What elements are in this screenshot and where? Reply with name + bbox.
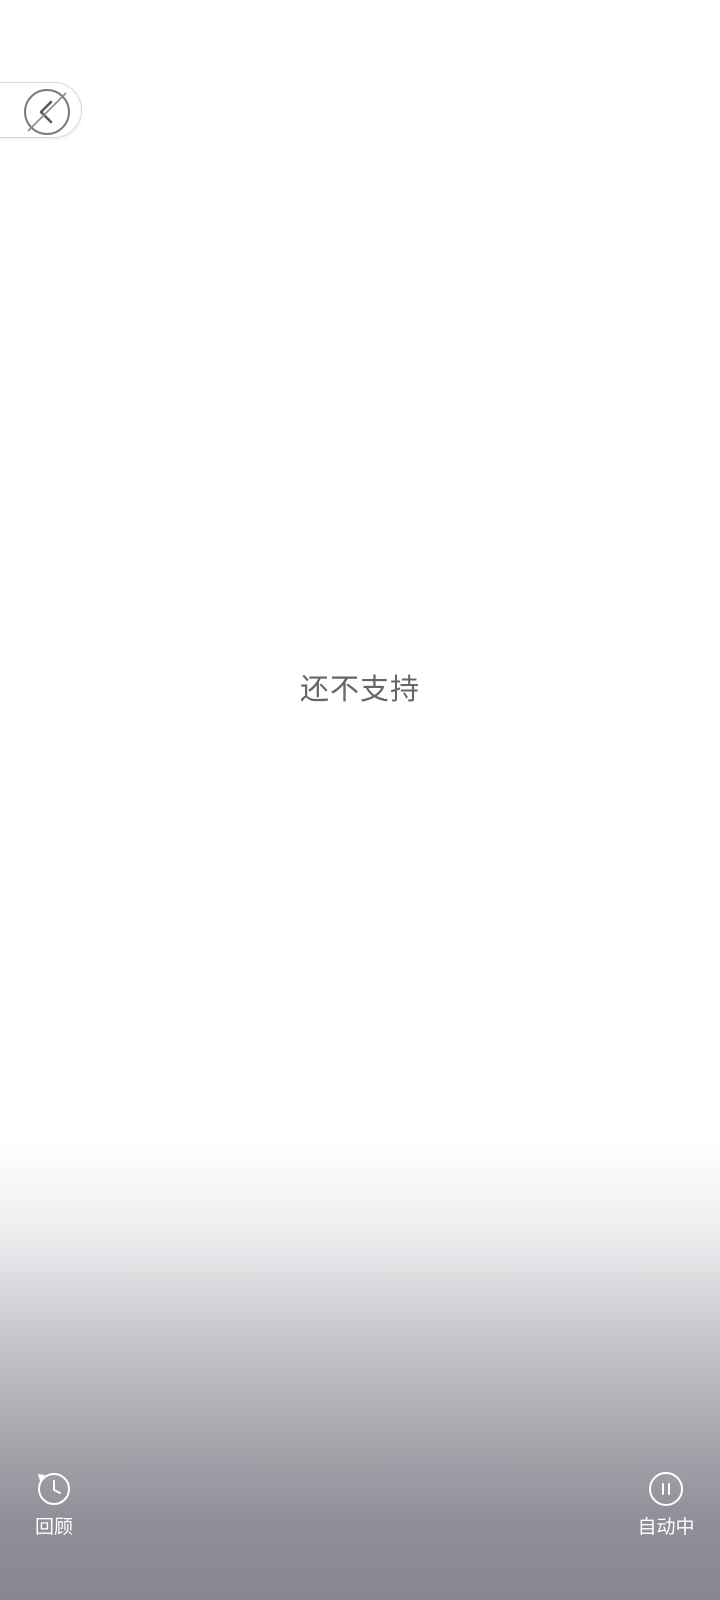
- back-button[interactable]: [0, 82, 82, 138]
- back-chevron-icon: [24, 89, 70, 135]
- unsupported-message: 还不支持: [299, 672, 420, 706]
- reader-screen: 还不支持 回顾 自动中: [0, 0, 720, 1600]
- auto-mode-button[interactable]: 自动中: [621, 1470, 711, 1560]
- review-button[interactable]: 回顾: [9, 1470, 99, 1560]
- history-clock-icon: [38, 1473, 70, 1505]
- auto-mode-label: 自动中: [637, 1516, 695, 1538]
- pause-circle-icon: [649, 1472, 683, 1506]
- review-label: 回顾: [34, 1516, 73, 1538]
